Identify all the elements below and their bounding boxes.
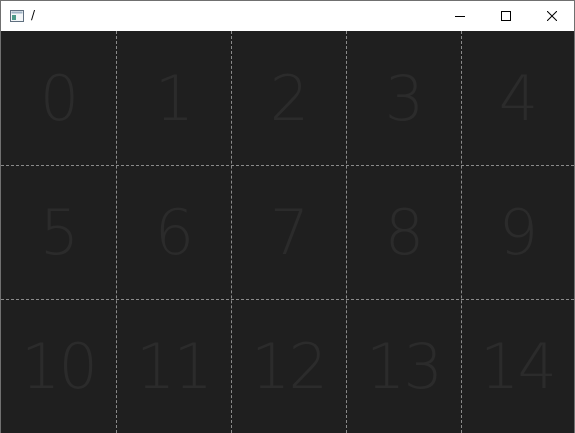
window-title: /	[31, 8, 36, 22]
minimize-button[interactable]	[437, 1, 483, 31]
title-bar[interactable]: /	[1, 1, 574, 31]
grid-cell[interactable]: 0	[1, 31, 116, 165]
cell-number: 5	[39, 195, 79, 269]
minimize-icon	[455, 16, 465, 17]
cell-number: 2	[269, 61, 309, 135]
grid-divider-horizontal	[1, 299, 574, 300]
grid-canvas[interactable]: 0 1 2 3 4 5 6 7 8 9 10 11 12 13 14	[1, 31, 574, 433]
cell-number: 12	[251, 329, 328, 403]
cell-number: 9	[498, 195, 538, 269]
cell-number: 1	[154, 61, 194, 135]
grid-cell[interactable]: 4	[461, 31, 574, 165]
grid-cell[interactable]: 11	[116, 299, 231, 433]
grid-cell[interactable]: 8	[346, 165, 461, 299]
grid-cell[interactable]: 5	[1, 165, 116, 299]
close-icon	[547, 11, 557, 21]
cell-number: 14	[480, 329, 557, 403]
grid-cell[interactable]: 12	[231, 299, 346, 433]
cell-number: 8	[384, 195, 424, 269]
grid-cell[interactable]: 7	[231, 165, 346, 299]
app-window: / 0 1 2 3 4 5 6 7 8 9 10 11 12 13 14	[0, 0, 575, 433]
cell-number: 10	[21, 329, 98, 403]
grid-cell[interactable]: 2	[231, 31, 346, 165]
grid-cell[interactable]: 10	[1, 299, 116, 433]
grid-divider-vertical	[346, 31, 347, 433]
cell-number: 7	[269, 195, 309, 269]
grid-cell[interactable]: 13	[346, 299, 461, 433]
grid-divider-horizontal	[1, 165, 574, 166]
grid-cell[interactable]: 14	[461, 299, 574, 433]
cell-number: 6	[154, 195, 194, 269]
number-grid: 0 1 2 3 4 5 6 7 8 9 10 11 12 13 14	[1, 31, 574, 433]
grid-divider-vertical	[231, 31, 232, 433]
grid-divider-vertical	[116, 31, 117, 433]
maximize-button[interactable]	[483, 1, 529, 31]
cell-number: 3	[384, 61, 424, 135]
cell-number: 11	[136, 329, 213, 403]
grid-cell[interactable]: 6	[116, 165, 231, 299]
cell-number: 0	[39, 61, 79, 135]
app-window-icon	[10, 10, 24, 22]
maximize-icon	[501, 11, 511, 21]
cell-number: 13	[366, 329, 443, 403]
grid-cell[interactable]: 3	[346, 31, 461, 165]
grid-divider-vertical	[461, 31, 462, 433]
grid-cell[interactable]: 1	[116, 31, 231, 165]
close-button[interactable]	[529, 1, 575, 31]
cell-number: 4	[498, 61, 538, 135]
grid-cell[interactable]: 9	[461, 165, 574, 299]
